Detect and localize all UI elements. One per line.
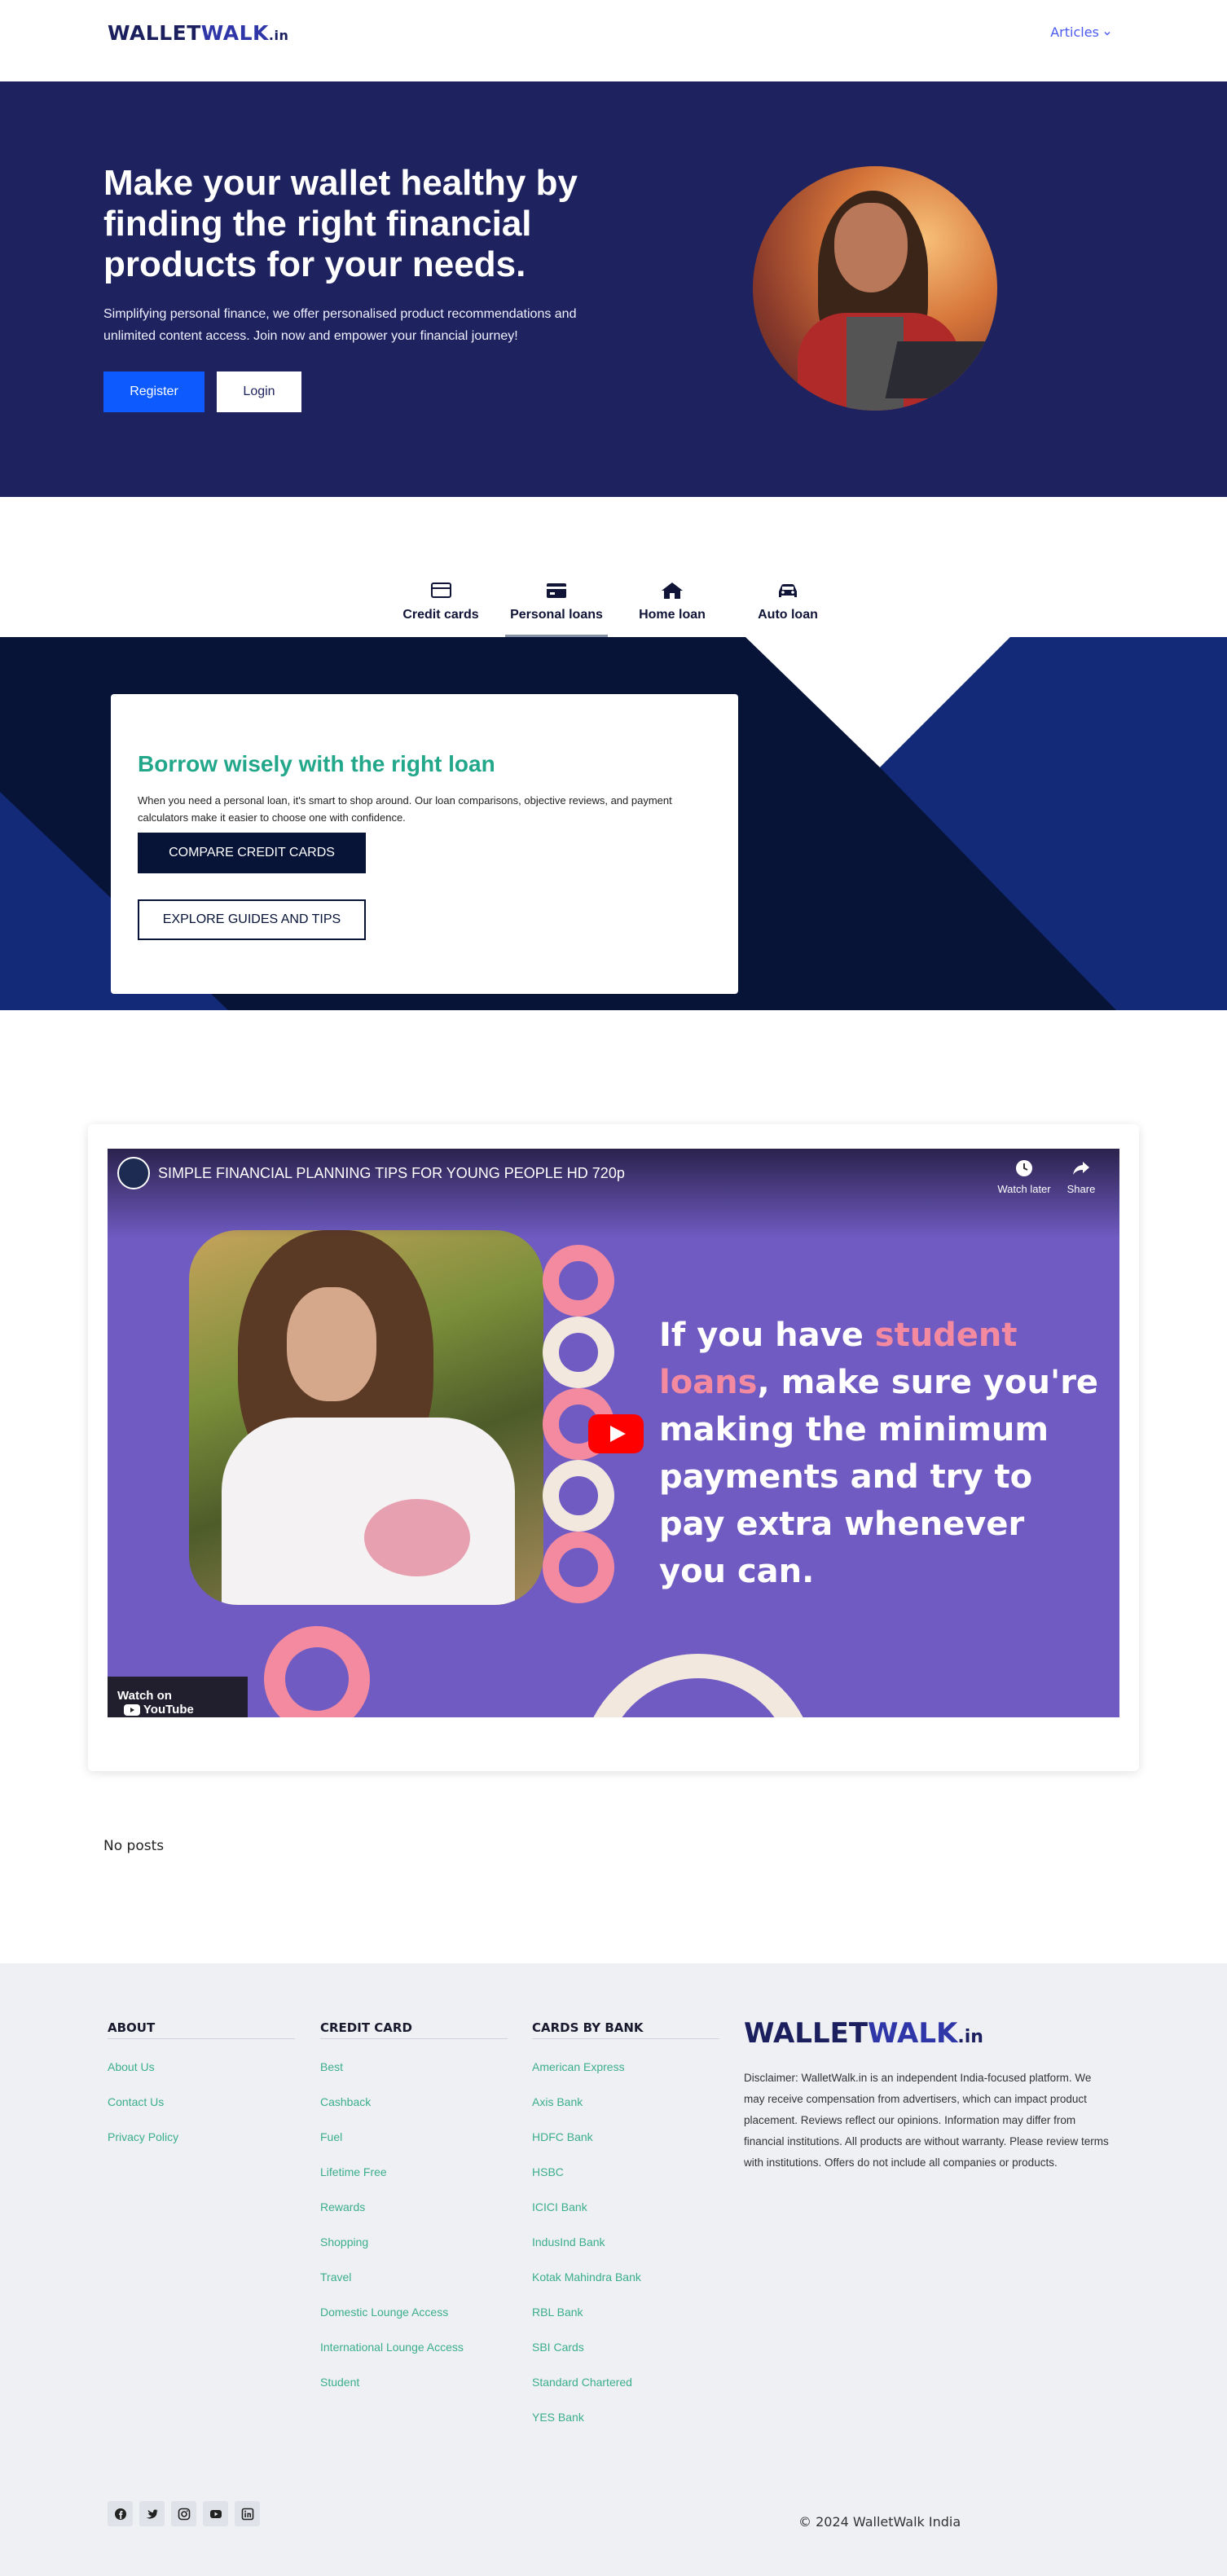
login-button[interactable]: Login bbox=[217, 371, 301, 412]
top-navbar: WALLETWALK.in Articles bbox=[0, 0, 1227, 81]
footer-link-contact-us[interactable]: Contact Us bbox=[108, 2095, 295, 2130]
no-posts-message: No posts bbox=[103, 1838, 165, 1854]
footer-link[interactable]: Standard Chartered bbox=[532, 2376, 719, 2411]
watch-later-button[interactable]: Watch later bbox=[987, 1158, 1061, 1195]
footer-link[interactable]: Shopping bbox=[320, 2235, 508, 2270]
compare-credit-cards-button[interactable]: COMPARE CREDIT CARDS bbox=[138, 833, 366, 873]
watch-later-label: Watch later bbox=[997, 1183, 1051, 1195]
footer-link[interactable]: ICICI Bank bbox=[532, 2200, 719, 2235]
footer-cards-by-bank-column: CARDS BY BANK American Express Axis Bank… bbox=[532, 2020, 719, 2446]
social-links bbox=[108, 2501, 260, 2526]
footer-logo[interactable]: WALLETWALK.in bbox=[744, 2017, 983, 2050]
footer-link[interactable]: HDFC Bank bbox=[532, 2130, 719, 2165]
footer-link[interactable]: Domestic Lounge Access bbox=[320, 2306, 508, 2341]
tab-credit-cards[interactable]: Credit cards bbox=[383, 570, 499, 637]
instagram-icon[interactable] bbox=[171, 2501, 196, 2526]
site-logo[interactable]: WALLETWALK.in bbox=[108, 21, 288, 45]
footer-link-about-us[interactable]: About Us bbox=[108, 2060, 295, 2095]
product-tabs: Credit cards Personal loans Home loan Au… bbox=[383, 570, 846, 637]
footer-link[interactable]: Kotak Mahindra Bank bbox=[532, 2270, 719, 2306]
footer-heading: ABOUT bbox=[108, 2020, 295, 2039]
clock-icon bbox=[1016, 1160, 1032, 1176]
youtube-logo-icon: YouTube bbox=[124, 1703, 194, 1717]
footer-link[interactable]: HSBC bbox=[532, 2165, 719, 2200]
share-label: Share bbox=[1066, 1183, 1096, 1195]
footer-link[interactable]: SBI Cards bbox=[532, 2341, 719, 2376]
site-footer: ABOUT About Us Contact Us Privacy Policy… bbox=[0, 1963, 1227, 2576]
tab-auto-loan[interactable]: Auto loan bbox=[730, 570, 846, 637]
hero-title: Make your wallet healthy by finding the … bbox=[103, 163, 578, 284]
footer-heading: CREDIT CARD bbox=[320, 2020, 508, 2039]
articles-menu-label: Articles bbox=[1050, 24, 1099, 40]
car-icon bbox=[779, 584, 797, 597]
footer-heading: CARDS BY BANK bbox=[532, 2020, 719, 2039]
footer-link[interactable]: Lifetime Free bbox=[320, 2165, 508, 2200]
articles-menu[interactable]: Articles bbox=[1050, 24, 1111, 40]
tab-label: Home loan bbox=[639, 608, 706, 622]
footer-link[interactable]: IndusInd Bank bbox=[532, 2235, 719, 2270]
video-thumbnail-photo bbox=[189, 1230, 543, 1605]
hero-section: Make your wallet healthy by finding the … bbox=[0, 81, 1227, 497]
footer-credit-card-column: CREDIT CARD Best Cashback Fuel Lifetime … bbox=[320, 2020, 508, 2411]
footer-link[interactable]: RBL Bank bbox=[532, 2306, 719, 2341]
watch-on-youtube-button[interactable]: Watch on YouTube bbox=[108, 1677, 248, 1717]
channel-avatar[interactable] bbox=[117, 1157, 150, 1189]
footer-link-privacy-policy[interactable]: Privacy Policy bbox=[108, 2130, 295, 2165]
watch-on-label: Watch on bbox=[117, 1689, 172, 1703]
tab-label: Credit cards bbox=[402, 608, 479, 622]
twitter-icon[interactable] bbox=[139, 2501, 165, 2526]
share-icon bbox=[1073, 1162, 1089, 1175]
linkedin-icon[interactable] bbox=[235, 2501, 260, 2526]
loan-card-title: Borrow wisely with the right loan bbox=[138, 751, 495, 776]
footer-link[interactable]: Rewards bbox=[320, 2200, 508, 2235]
hero-subtitle: Simplifying personal finance, we offer p… bbox=[103, 307, 577, 343]
footer-link[interactable]: American Express bbox=[532, 2060, 719, 2095]
share-button[interactable]: Share bbox=[1053, 1158, 1110, 1195]
footer-link[interactable]: YES Bank bbox=[532, 2411, 719, 2446]
loan-card-body: When you need a personal loan, it's smar… bbox=[138, 794, 672, 824]
footer-link[interactable]: Best bbox=[320, 2060, 508, 2095]
tab-label: Personal loans bbox=[510, 608, 603, 622]
youtube-embed[interactable]: SIMPLE FINANCIAL PLANNING TIPS FOR YOUNG… bbox=[108, 1149, 1119, 1717]
register-button[interactable]: Register bbox=[103, 371, 204, 412]
personal-loans-panel: Borrow wisely with the right loan When y… bbox=[0, 637, 1227, 1010]
footer-link[interactable]: International Lounge Access bbox=[320, 2341, 508, 2376]
tab-label: Auto loan bbox=[758, 608, 818, 622]
chevron-down-icon bbox=[1104, 31, 1110, 35]
wallet-card-icon bbox=[547, 583, 566, 598]
home-icon bbox=[662, 582, 683, 599]
footer-link[interactable]: Axis Bank bbox=[532, 2095, 719, 2130]
credit-card-icon bbox=[431, 582, 451, 598]
copyright-text: © 2024 WalletWalk India bbox=[798, 2514, 961, 2530]
facebook-icon[interactable] bbox=[108, 2501, 133, 2526]
footer-about-column: ABOUT About Us Contact Us Privacy Policy bbox=[108, 2020, 295, 2165]
video-caption-text: If you have student loans, make sure you… bbox=[659, 1317, 1099, 1590]
video-title[interactable]: SIMPLE FINANCIAL PLANNING TIPS FOR YOUNG… bbox=[158, 1165, 625, 1182]
hero-image bbox=[753, 166, 997, 411]
tab-home-loan[interactable]: Home loan bbox=[614, 570, 730, 637]
footer-link[interactable]: Student bbox=[320, 2376, 508, 2411]
footer-disclaimer: Disclaimer: WalletWalk.in is an independ… bbox=[744, 2072, 1109, 2169]
play-button[interactable] bbox=[588, 1414, 644, 1453]
footer-link[interactable]: Travel bbox=[320, 2270, 508, 2306]
video-card: SIMPLE FINANCIAL PLANNING TIPS FOR YOUNG… bbox=[88, 1124, 1139, 1771]
footer-link[interactable]: Fuel bbox=[320, 2130, 508, 2165]
explore-guides-button[interactable]: EXPLORE GUIDES AND TIPS bbox=[138, 899, 366, 940]
youtube-icon[interactable] bbox=[203, 2501, 228, 2526]
footer-link[interactable]: Cashback bbox=[320, 2095, 508, 2130]
loan-info-card: Borrow wisely with the right loan When y… bbox=[111, 694, 738, 994]
tab-personal-loans[interactable]: Personal loans bbox=[499, 570, 614, 637]
